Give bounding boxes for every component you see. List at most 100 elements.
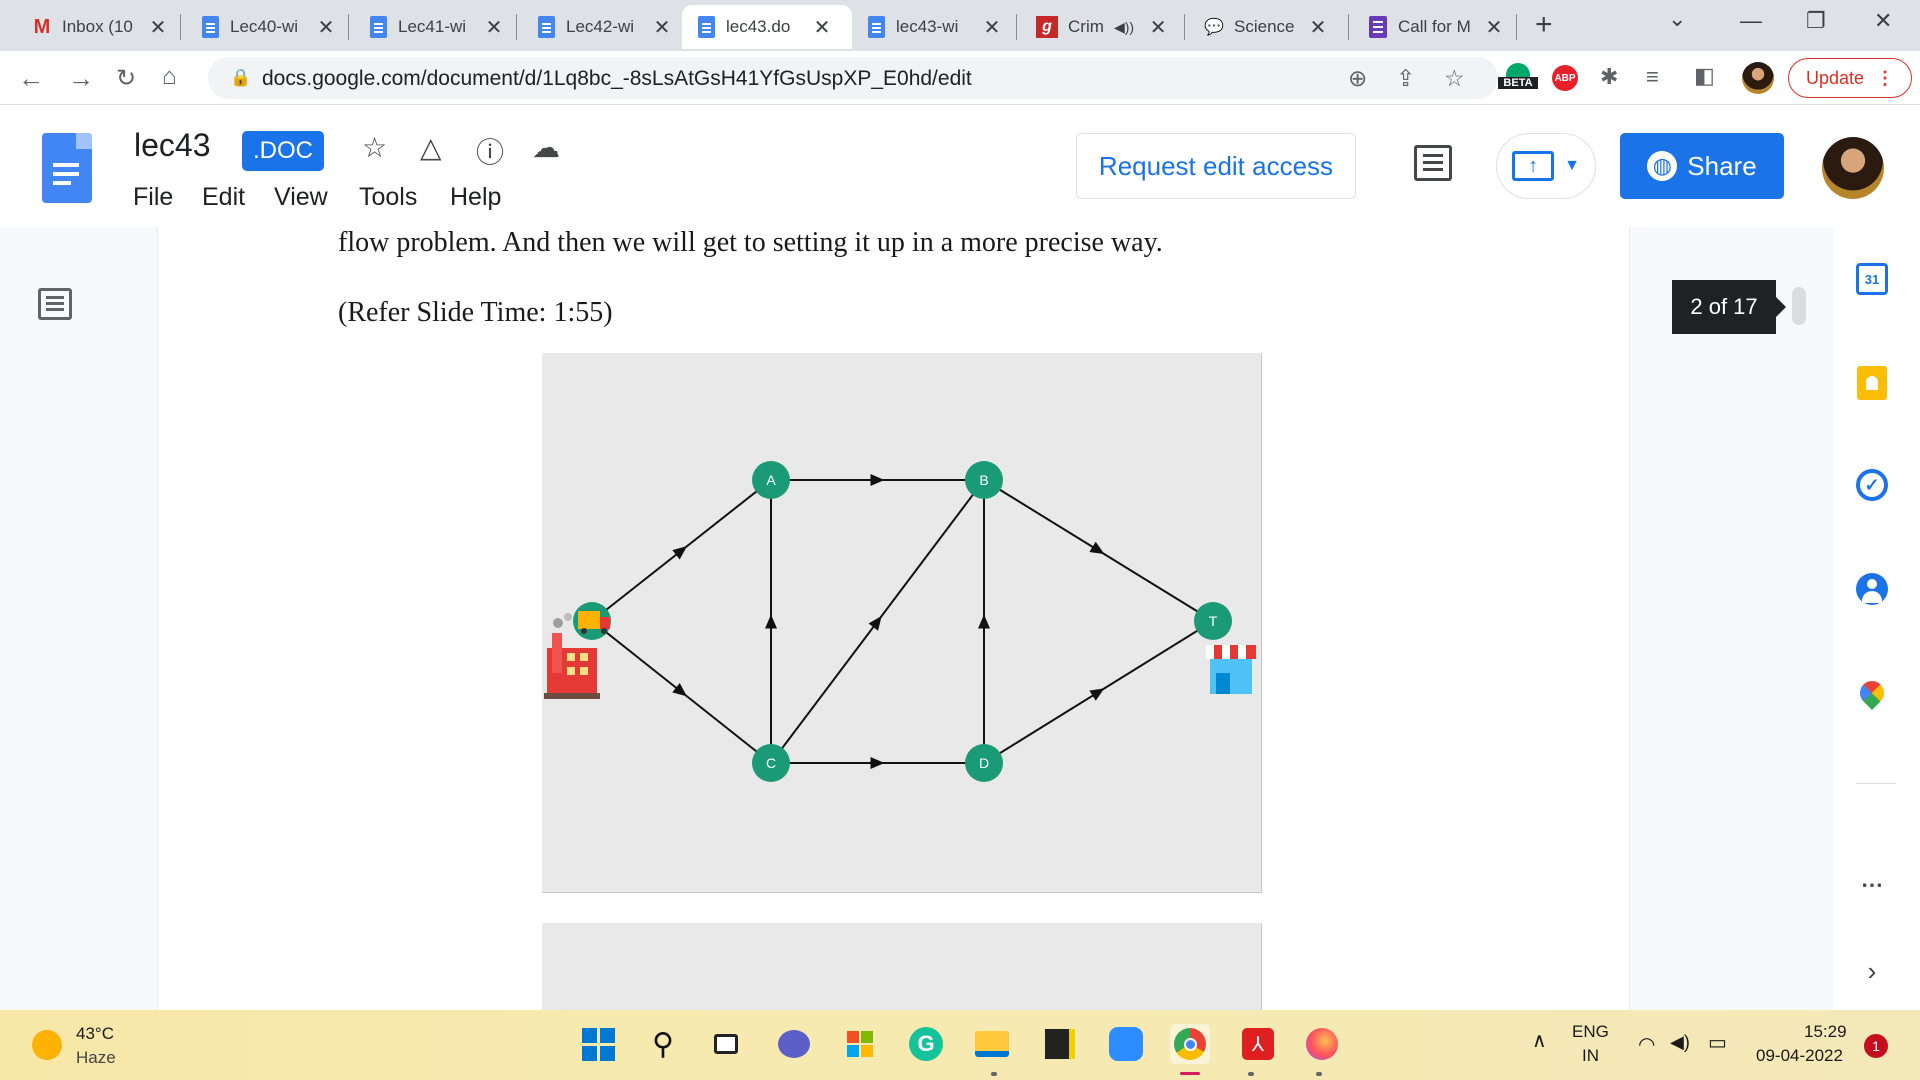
back-icon[interactable]: ← bbox=[18, 63, 44, 94]
document-area: flow problem. And then we will get to se… bbox=[0, 227, 1920, 1010]
microsoft-store-icon[interactable] bbox=[840, 1024, 880, 1064]
firefox-icon[interactable] bbox=[1302, 1024, 1342, 1064]
close-tab-icon[interactable]: ✕ bbox=[982, 15, 1002, 40]
docs-header: lec43 .DOC ☆ △ ⓘ ☁ File Edit View Tools … bbox=[0, 105, 1920, 227]
docs-icon bbox=[696, 16, 716, 38]
zoom-icon[interactable]: ⊕ bbox=[1348, 65, 1367, 92]
window-close-icon[interactable]: ✕ bbox=[1874, 8, 1892, 34]
close-tab-icon[interactable]: ✕ bbox=[484, 15, 504, 40]
comments-icon[interactable] bbox=[1414, 145, 1452, 181]
node-label-c: C bbox=[766, 755, 776, 771]
menu-view[interactable]: View bbox=[274, 183, 328, 212]
adblock-icon[interactable]: ABP bbox=[1552, 65, 1578, 91]
node-b: B bbox=[965, 461, 1003, 499]
address-bar[interactable]: 🔒 docs.google.com/document/d/1Lq8bc_-8sL… bbox=[208, 57, 1498, 99]
close-tab-icon[interactable]: ✕ bbox=[652, 15, 672, 40]
google-tasks-icon[interactable]: ✓ bbox=[1854, 467, 1890, 503]
more-addons-icon[interactable]: ⋯ bbox=[1854, 867, 1890, 903]
language-bottom[interactable]: IN bbox=[1582, 1046, 1599, 1066]
clock-time[interactable]: 15:29 bbox=[1804, 1022, 1847, 1042]
close-tab-icon[interactable]: ✕ bbox=[812, 15, 832, 40]
cloud-status-icon[interactable]: ☁ bbox=[532, 131, 560, 164]
reading-list-icon[interactable]: ≡ bbox=[1646, 64, 1659, 90]
diagram-svg: A B C D T bbox=[544, 461, 1256, 782]
tab-science[interactable]: 💬 Science ✕ bbox=[1190, 5, 1340, 49]
close-tab-icon[interactable]: ✕ bbox=[1148, 15, 1168, 40]
forward-icon[interactable]: → bbox=[68, 63, 94, 94]
request-edit-access-button[interactable]: Request edit access bbox=[1076, 133, 1356, 199]
tab-lec42[interactable]: Lec42-wi ✕ bbox=[522, 5, 682, 49]
language-top[interactable]: ENG bbox=[1572, 1022, 1609, 1042]
weather-icon[interactable] bbox=[32, 1030, 62, 1060]
update-button[interactable]: Update ⋮ bbox=[1788, 58, 1912, 98]
clock-date[interactable]: 09-04-2022 bbox=[1756, 1046, 1843, 1066]
tab-lec43-doc[interactable]: lec43.do ✕ bbox=[682, 5, 852, 49]
kebab-menu-icon[interactable]: ⋮ bbox=[1876, 68, 1894, 89]
file-explorer-icon[interactable] bbox=[972, 1024, 1012, 1064]
restore-icon[interactable]: ❐ bbox=[1806, 8, 1826, 34]
share-button[interactable]: ◍ Share bbox=[1620, 133, 1784, 199]
tab-call-for[interactable]: Call for M ✕ bbox=[1354, 5, 1514, 49]
grammarly-icon[interactable]: G bbox=[906, 1024, 946, 1064]
info-icon[interactable]: ⓘ bbox=[476, 131, 504, 171]
home-icon[interactable]: ⌂ bbox=[162, 63, 177, 91]
wifi-icon[interactable]: ◠ bbox=[1638, 1032, 1655, 1057]
tab-lec43-wi[interactable]: lec43-wi ✕ bbox=[852, 5, 1012, 49]
tab-crim[interactable]: g Crim ◀︎)) ✕ bbox=[1022, 5, 1182, 49]
beta-extension-icon[interactable]: BETA bbox=[1498, 63, 1538, 97]
google-contacts-icon[interactable] bbox=[1854, 571, 1890, 607]
tab-lec40[interactable]: Lec40-wi ✕ bbox=[186, 5, 346, 49]
tab-inbox[interactable]: M Inbox (10 ✕ bbox=[18, 5, 168, 49]
teams-chat-icon[interactable] bbox=[774, 1024, 814, 1064]
new-tab-button[interactable]: + bbox=[1535, 8, 1553, 42]
close-tab-icon[interactable]: ✕ bbox=[1308, 15, 1328, 40]
extensions-puzzle-icon[interactable]: ✱ bbox=[1600, 64, 1618, 90]
volume-icon[interactable]: ◀︎) bbox=[1670, 1032, 1690, 1053]
battery-icon[interactable]: ▭ bbox=[1708, 1030, 1727, 1055]
side-panel-icon[interactable]: ◧ bbox=[1694, 63, 1715, 89]
notification-badge[interactable]: 1 bbox=[1864, 1034, 1888, 1058]
acrobat-reader-icon[interactable]: ⅄ bbox=[1238, 1024, 1278, 1064]
show-hidden-icons-chevron[interactable]: ∧ bbox=[1532, 1028, 1547, 1053]
menu-edit[interactable]: Edit bbox=[202, 183, 245, 212]
weather-temperature[interactable]: 43°C bbox=[76, 1024, 114, 1044]
scrollbar-thumb[interactable] bbox=[1792, 287, 1806, 325]
chrome-icon[interactable] bbox=[1170, 1024, 1210, 1064]
reload-icon[interactable]: ↻ bbox=[116, 64, 136, 93]
google-docs-logo[interactable] bbox=[42, 133, 92, 203]
profile-avatar[interactable] bbox=[1742, 62, 1774, 94]
document-outline-icon[interactable] bbox=[38, 288, 72, 320]
audio-playing-icon[interactable]: ◀︎)) bbox=[1114, 19, 1134, 36]
node-a: A bbox=[752, 461, 790, 499]
google-keep-icon[interactable] bbox=[1854, 365, 1890, 401]
g-icon: g bbox=[1036, 16, 1058, 38]
close-tab-icon[interactable]: ✕ bbox=[316, 15, 336, 40]
weather-description[interactable]: Haze bbox=[76, 1048, 116, 1068]
sticky-notes-icon[interactable] bbox=[1040, 1024, 1080, 1064]
document-title[interactable]: lec43 bbox=[134, 127, 211, 164]
search-icon[interactable]: ⚲ bbox=[643, 1024, 683, 1064]
zoom-app-icon[interactable] bbox=[1106, 1024, 1146, 1064]
task-view-icon[interactable] bbox=[706, 1024, 746, 1064]
tab-search-icon[interactable]: ⌄ bbox=[1668, 6, 1686, 32]
menu-help[interactable]: Help bbox=[450, 183, 501, 212]
node-label-b: B bbox=[979, 472, 988, 488]
minimize-icon[interactable]: — bbox=[1740, 8, 1762, 34]
star-icon[interactable]: ☆ bbox=[362, 131, 387, 164]
close-tab-icon[interactable]: ✕ bbox=[148, 15, 168, 40]
tab-lec41[interactable]: Lec41-wi ✕ bbox=[354, 5, 514, 49]
share-page-icon[interactable]: ⇪ bbox=[1396, 65, 1415, 92]
close-tab-icon[interactable]: ✕ bbox=[1484, 15, 1504, 40]
lock-icon[interactable]: 🔒 bbox=[230, 68, 251, 88]
menu-file[interactable]: File bbox=[133, 183, 173, 212]
present-button[interactable]: ↑ ▼ bbox=[1496, 133, 1596, 199]
windows-start-icon[interactable] bbox=[578, 1024, 618, 1064]
menu-tools[interactable]: Tools bbox=[359, 183, 417, 212]
user-avatar[interactable] bbox=[1822, 137, 1884, 199]
bookmark-star-icon[interactable]: ☆ bbox=[1444, 65, 1465, 92]
google-maps-icon[interactable] bbox=[1854, 675, 1890, 711]
move-to-drive-icon[interactable]: △ bbox=[420, 131, 442, 164]
expand-panel-chevron-icon[interactable]: › bbox=[1854, 953, 1890, 989]
node-c: C bbox=[752, 744, 790, 782]
google-calendar-icon[interactable]: 31 bbox=[1854, 261, 1890, 297]
